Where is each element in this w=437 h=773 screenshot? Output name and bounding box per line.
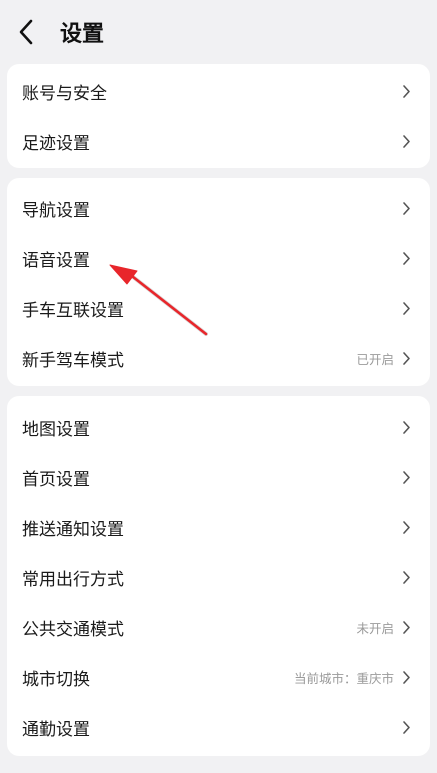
chevron-right-icon [402,200,412,216]
item-status: 未开启 [356,620,394,636]
item-label: 推送通知设置 [22,519,124,540]
settings-item-voice[interactable]: 语音设置 [7,233,430,283]
settings-item-city-switch[interactable]: 城市切换 当前城市：重庆市 [7,652,430,702]
settings-page: 设置 账号与安全 足迹设置 导航设置 语音设置 手车互联设置 新手驾车模式 已开… [0,0,437,773]
chevron-right-icon [402,619,412,635]
item-label: 账号与安全 [22,83,107,104]
chevron-right-icon [402,300,412,316]
settings-group-navigation: 导航设置 语音设置 手车互联设置 新手驾车模式 已开启 [7,178,430,386]
settings-item-novice-driving[interactable]: 新手驾车模式 已开启 [7,333,430,383]
settings-item-public-transit[interactable]: 公共交通模式 未开启 [7,602,430,652]
item-status: 当前城市：重庆市 [293,670,394,686]
settings-item-commute[interactable]: 通勤设置 [7,702,430,752]
item-label: 新手驾车模式 [22,350,124,371]
settings-item-navigation[interactable]: 导航设置 [7,183,430,233]
settings-item-phone-car-link[interactable]: 手车互联设置 [7,283,430,333]
item-label: 导航设置 [22,200,90,221]
chevron-right-icon [402,569,412,585]
chevron-left-icon [19,19,33,45]
chevron-right-icon [402,469,412,485]
item-label: 公共交通模式 [22,619,124,640]
chevron-right-icon [402,519,412,535]
settings-item-account-security[interactable]: 账号与安全 [7,66,430,116]
item-label: 通勤设置 [22,719,90,740]
item-status: 已开启 [356,351,394,367]
settings-item-homepage[interactable]: 首页设置 [7,452,430,502]
item-label: 手车互联设置 [22,300,124,321]
back-button[interactable] [18,14,50,50]
chevron-right-icon [402,419,412,435]
header: 设置 [0,0,437,64]
settings-item-map[interactable]: 地图设置 [7,402,430,452]
item-label: 城市切换 [22,669,90,690]
settings-item-travel-mode[interactable]: 常用出行方式 [7,552,430,602]
item-label: 地图设置 [22,419,90,440]
chevron-right-icon [402,719,412,735]
item-label: 语音设置 [22,250,90,271]
settings-item-footprint[interactable]: 足迹设置 [7,116,430,166]
settings-group-general: 地图设置 首页设置 推送通知设置 常用出行方式 公共交通模式 未开启 城市切换 … [7,396,430,756]
chevron-right-icon [402,133,412,149]
settings-group-account: 账号与安全 足迹设置 [7,64,430,168]
chevron-right-icon [402,83,412,99]
item-label: 足迹设置 [22,133,90,154]
chevron-right-icon [402,250,412,266]
chevron-right-icon [402,669,412,685]
item-label: 首页设置 [22,469,90,490]
settings-item-push-notifications[interactable]: 推送通知设置 [7,502,430,552]
page-title: 设置 [60,22,105,47]
item-label: 常用出行方式 [22,569,124,590]
chevron-right-icon [402,350,412,366]
